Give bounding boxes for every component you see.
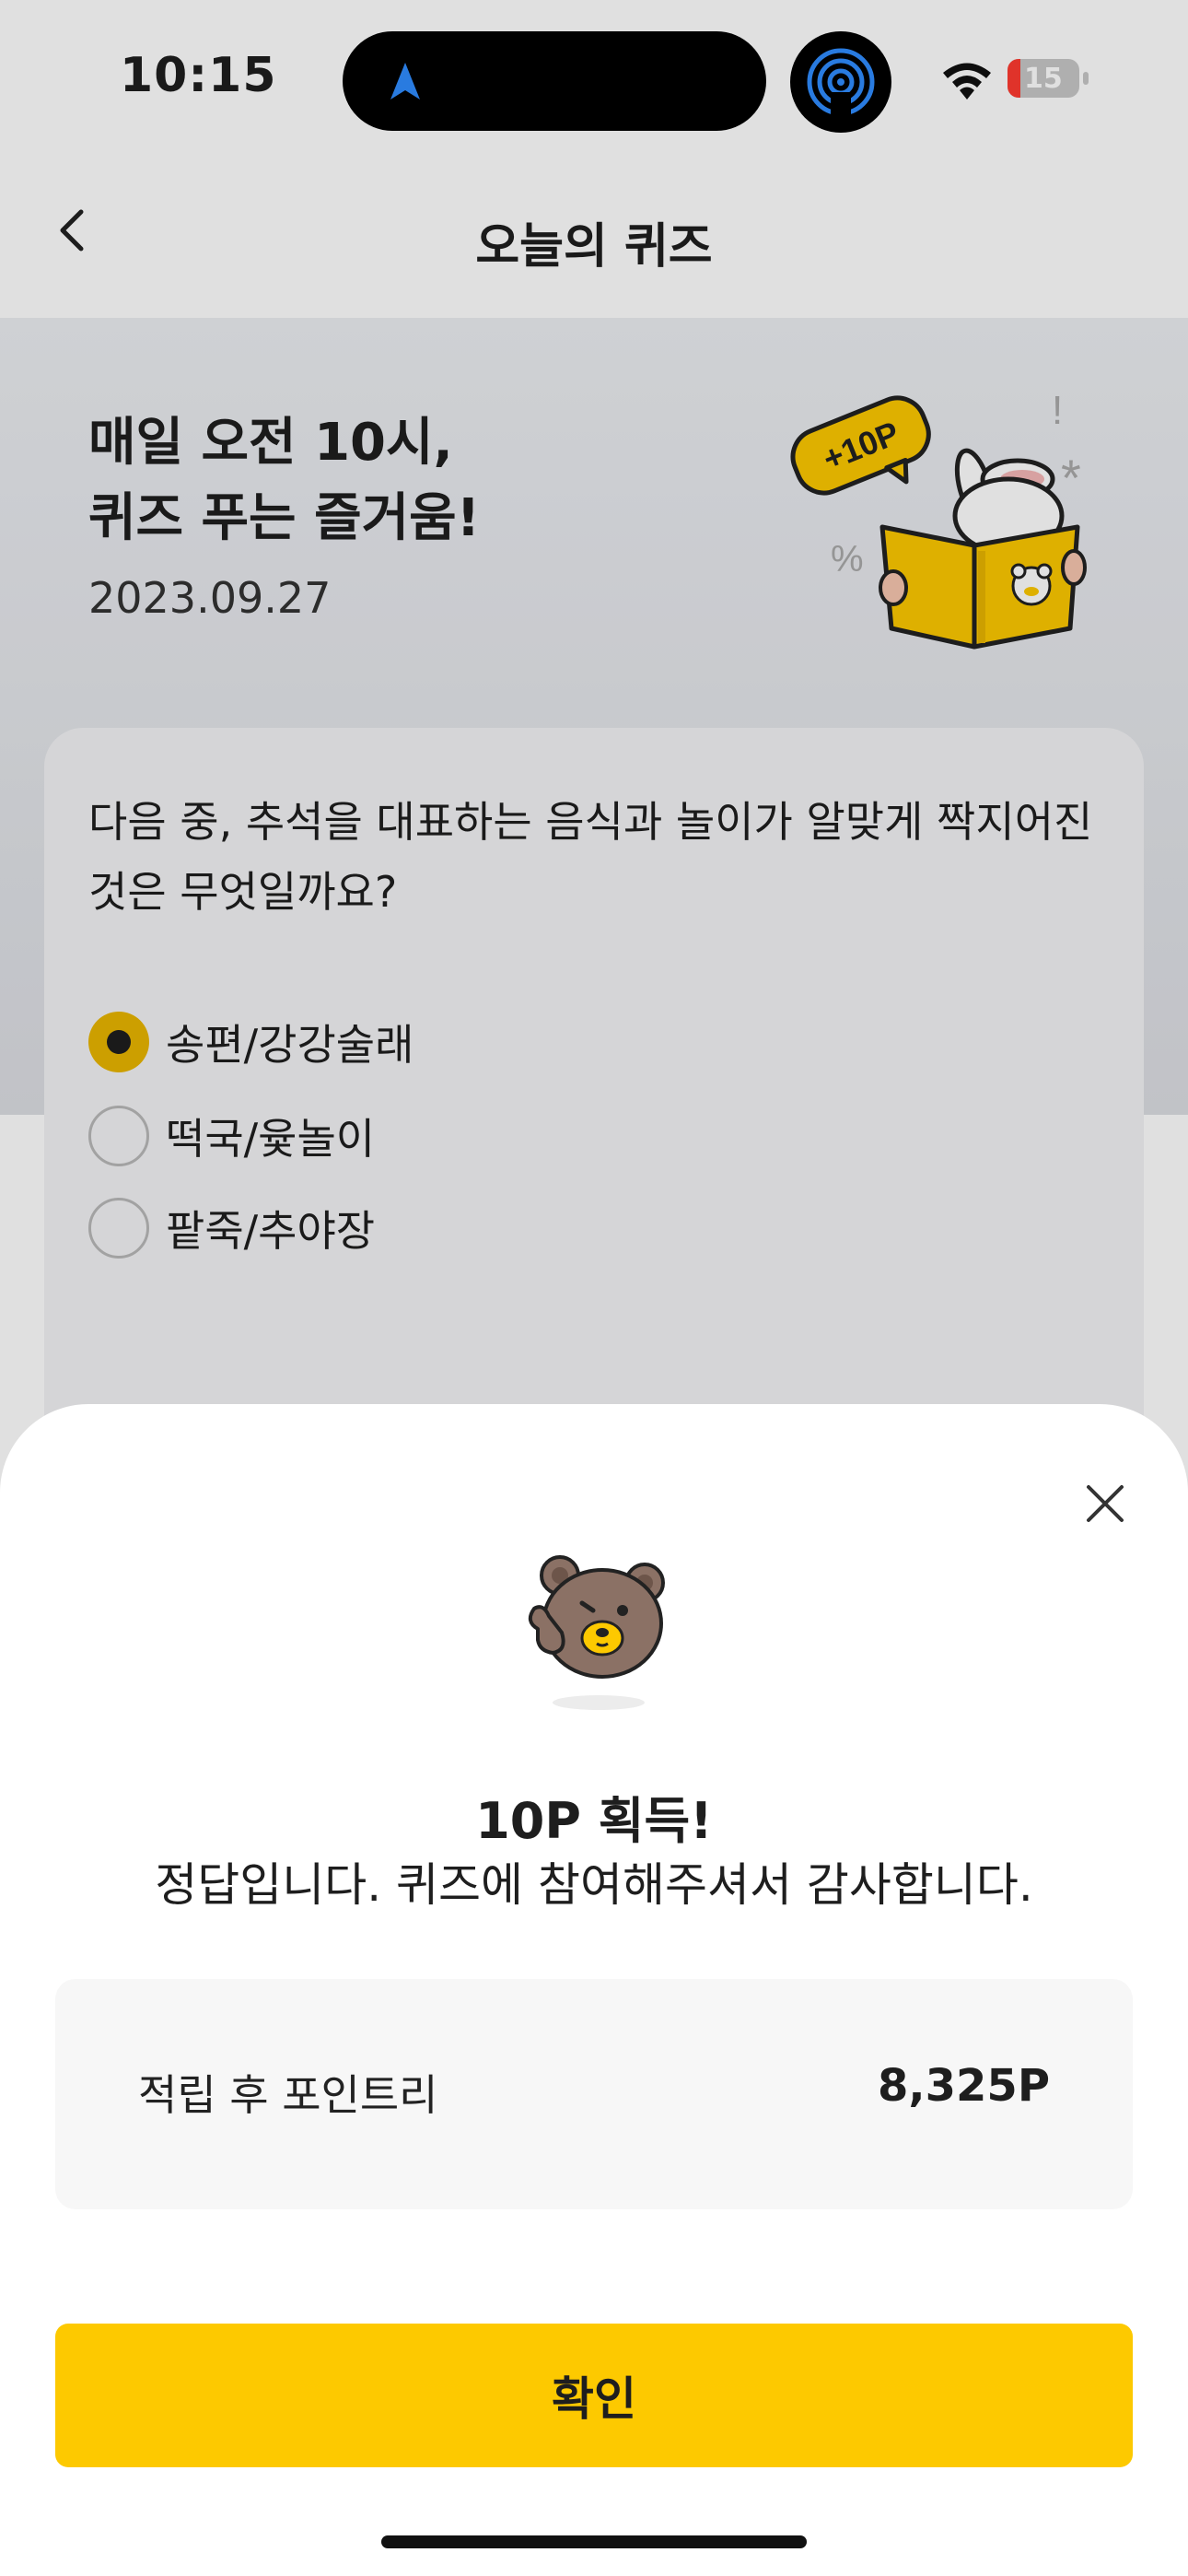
close-icon[interactable] [1076, 1474, 1135, 1533]
points-label: 적립 후 포인트리 [138, 2070, 438, 2120]
home-indicator[interactable] [381, 2535, 807, 2548]
result-title: 10P 획득! [475, 1792, 713, 1850]
bear-thumbs-up-illustration [528, 1555, 665, 1710]
points-value: 8,325P [877, 2060, 1050, 2112]
confirm-button[interactable]: 확인 [55, 2324, 1133, 2467]
result-message: 정답입니다. 퀴즈에 참여해주셔서 감사합니다. [155, 1858, 1033, 1912]
